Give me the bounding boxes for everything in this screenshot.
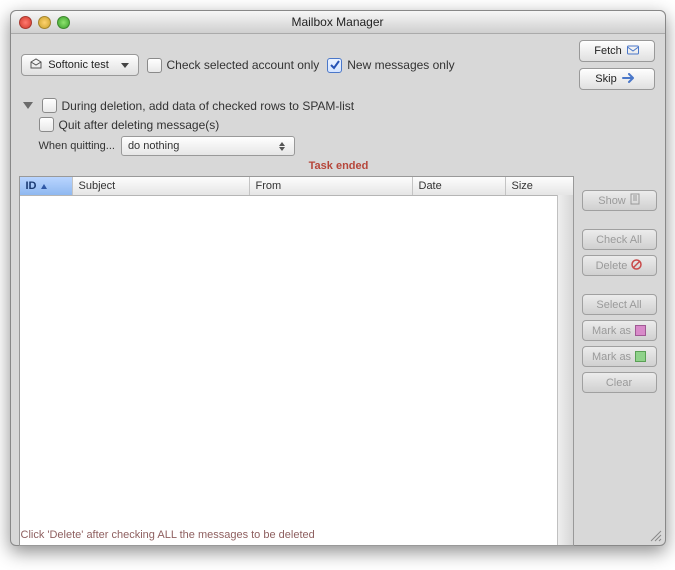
document-icon: [630, 193, 640, 208]
flag-pink-icon: [635, 325, 646, 336]
button-label: Delete: [596, 260, 628, 272]
sort-asc-icon: [41, 184, 47, 189]
button-label: Select All: [596, 299, 641, 311]
vertical-scrollbar[interactable]: [557, 195, 573, 545]
arrow-right-icon: [622, 73, 638, 86]
account-select[interactable]: Softonic test: [21, 54, 139, 76]
column-label: Subject: [79, 180, 116, 192]
checkbox-label: During deletion, add data of checked row…: [62, 99, 355, 113]
envelope-icon: [627, 44, 639, 59]
column-header-id[interactable]: ID: [20, 177, 73, 195]
column-label: ID: [26, 180, 37, 192]
button-label: Clear: [606, 377, 632, 389]
chevron-down-icon: [121, 63, 129, 68]
window-title: Mailbox Manager: [11, 15, 665, 29]
show-button[interactable]: Show: [582, 190, 657, 211]
button-label: Check All: [596, 234, 642, 246]
account-select-value: Softonic test: [48, 59, 109, 71]
checkbox-box: [42, 98, 57, 113]
column-header-subject[interactable]: Subject: [73, 177, 250, 195]
column-header-from[interactable]: From: [250, 177, 413, 195]
action-sidebar: Show Check All Delete Select All Mark as: [582, 176, 657, 546]
options-row-2: Quit after deleting message(s): [39, 117, 655, 132]
select-all-button[interactable]: Select All: [582, 294, 657, 315]
footer-hint: Click 'Delete' after checking ALL the me…: [21, 529, 315, 541]
check-selected-only-checkbox[interactable]: Check selected account only: [147, 58, 320, 73]
column-header-date[interactable]: Date: [413, 177, 506, 195]
mailbox-icon: [30, 58, 42, 73]
column-header-size[interactable]: Size: [506, 177, 573, 195]
options-row-3: When quitting... do nothing: [39, 136, 655, 156]
fetch-button[interactable]: Fetch: [579, 40, 655, 62]
check-all-button[interactable]: Check All: [582, 229, 657, 250]
quit-after-delete-checkbox[interactable]: Quit after deleting message(s): [39, 117, 220, 132]
message-table[interactable]: ID Subject From Date Size: [19, 176, 574, 546]
checkbox-label: Check selected account only: [167, 58, 320, 72]
disclosure-triangle-icon[interactable]: [23, 102, 33, 109]
delete-button[interactable]: Delete: [582, 255, 657, 276]
options-row-1: During deletion, add data of checked row…: [23, 98, 655, 113]
no-entry-icon: [631, 259, 642, 273]
column-label: Date: [419, 180, 442, 192]
button-label: Show: [598, 195, 626, 207]
updown-arrows-icon: [276, 139, 288, 153]
spam-list-checkbox[interactable]: During deletion, add data of checked row…: [42, 98, 355, 113]
options-panel: During deletion, add data of checked row…: [11, 98, 665, 176]
button-label: Fetch: [594, 45, 622, 57]
clear-button[interactable]: Clear: [582, 372, 657, 393]
mark-as-ok-button[interactable]: Mark as: [582, 346, 657, 367]
button-label: Skip: [595, 73, 616, 85]
when-quitting-select[interactable]: do nothing: [121, 136, 295, 156]
toolbar: Softonic test Check selected account onl…: [11, 34, 665, 96]
mark-as-spam-button[interactable]: Mark as: [582, 320, 657, 341]
checkbox-box: [327, 58, 342, 73]
checkbox-label: New messages only: [347, 58, 454, 72]
new-messages-only-checkbox[interactable]: New messages only: [327, 58, 454, 73]
when-quitting-label: When quitting...: [39, 140, 115, 152]
status-text: Task ended: [23, 160, 655, 172]
window: Mailbox Manager Softonic test Check sele…: [10, 10, 666, 546]
button-label: Mark as: [592, 351, 631, 363]
titlebar: Mailbox Manager: [11, 11, 665, 34]
toolbar-right: Fetch Skip: [579, 40, 655, 90]
checkbox-box: [147, 58, 162, 73]
checkbox-box: [39, 117, 54, 132]
column-label: Size: [512, 180, 533, 192]
button-label: Mark as: [592, 325, 631, 337]
table-header: ID Subject From Date Size: [20, 177, 573, 196]
column-label: From: [256, 180, 282, 192]
skip-button[interactable]: Skip: [579, 68, 655, 90]
body: ID Subject From Date Size Sh: [11, 176, 665, 570]
resize-handle-icon[interactable]: [648, 528, 662, 542]
checkbox-label: Quit after deleting message(s): [59, 118, 220, 132]
select-value: do nothing: [128, 140, 179, 152]
flag-green-icon: [635, 351, 646, 362]
